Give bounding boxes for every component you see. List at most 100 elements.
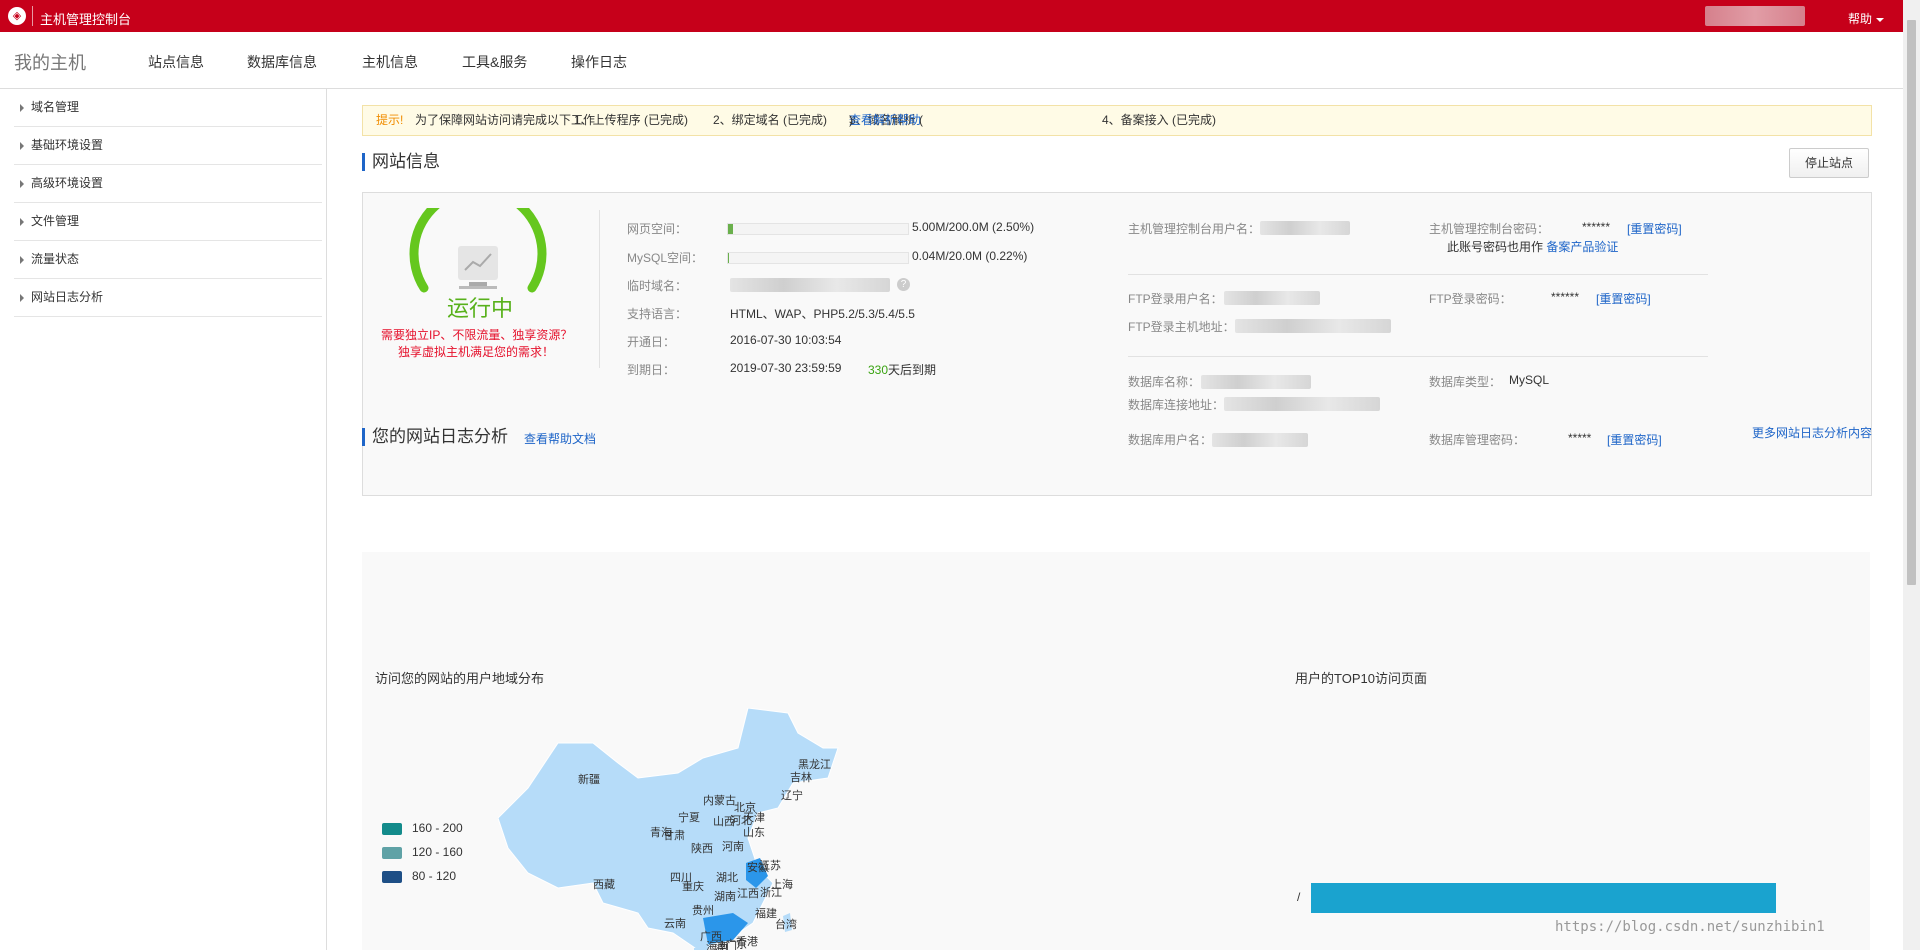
logo-divider <box>32 6 33 26</box>
divider <box>1128 356 1708 357</box>
page-scrollbar[interactable] <box>1903 0 1920 950</box>
log-analysis-title: 您的网站日志分析 <box>362 428 508 446</box>
tip-banner: 提示! 为了保障网站访问请完成以下工作 1、上传程序 (已完成) 2、绑定域名 … <box>362 105 1872 136</box>
map-province-label: 湖北 <box>716 871 738 884</box>
sidebar-item-traffic[interactable]: 流量状态 <box>14 241 322 279</box>
sidebar-item-log-analysis[interactable]: 网站日志分析 <box>14 279 322 317</box>
map-province-label: 福建 <box>755 906 777 920</box>
ftp-user-blurred[interactable] <box>1224 291 1320 305</box>
legend-item-120-160[interactable]: 120 - 160 <box>382 845 463 859</box>
language-label: 支持语言： <box>627 307 688 321</box>
temp-domain-blurred[interactable] <box>730 278 890 292</box>
map-province-label: 新疆 <box>578 772 600 786</box>
map-province-label: 贵州 <box>692 904 714 917</box>
scrollbar-thumb[interactable] <box>1907 20 1916 585</box>
sidebar-item-advanced-env[interactable]: 高级环境设置 <box>14 165 322 203</box>
blog-watermark: https://blog.csdn.net/sunzhibin1 <box>1555 919 1825 935</box>
account-note-text: 此账号密码也用作 <box>1447 240 1544 254</box>
sidebar-item-label: 域名管理 <box>31 100 80 114</box>
help-menu[interactable]: 帮助 <box>1848 10 1885 27</box>
web-space-progress-fill <box>728 224 733 234</box>
ftp-reset-password-link[interactable]: [重置密码] <box>1596 290 1651 307</box>
tip-step-dns-post: ) <box>849 113 853 127</box>
map-province-label: 湖南 <box>714 890 736 903</box>
legend-label: 160 - 200 <box>412 821 463 835</box>
caret-right-icon <box>20 293 24 302</box>
nav-item-database-info[interactable]: 数据库信息 <box>247 52 317 72</box>
map-province-label: 山东 <box>743 826 765 839</box>
legend-swatch <box>382 822 402 835</box>
map-province-label: 云南 <box>664 917 686 930</box>
help-question-icon[interactable]: ? <box>897 278 910 291</box>
help-label: 帮助 <box>1848 12 1873 26</box>
running-status: 运行中 <box>447 296 514 321</box>
nav-brand[interactable]: 我的主机 <box>14 49 86 75</box>
sidebar-item-label: 基础环境设置 <box>31 138 104 152</box>
map-province-label: 宁夏 <box>678 810 700 824</box>
nav-item-host-info[interactable]: 主机信息 <box>362 52 418 72</box>
sidebar-item-basic-env[interactable]: 基础环境设置 <box>14 127 322 165</box>
tip-step-upload: 1、上传程序 (已完成) <box>574 113 689 127</box>
db-name-blurred[interactable] <box>1201 375 1311 389</box>
db-password-label: 数据库管理密码： <box>1429 433 1526 447</box>
db-reset-password-link[interactable]: [重置密码] <box>1607 431 1662 448</box>
log-analysis-card: 访问您的网站的用户地域分布 用户的TOP10访问页面 新疆 西藏 青海 甘肃 宁夏 内蒙古… <box>362 552 1870 950</box>
map-province-label: 河南 <box>722 840 744 853</box>
map-province-label: 重庆 <box>682 879 704 893</box>
legend-item-160-200[interactable]: 160 - 200 <box>382 821 463 835</box>
map-province-label: 台湾 <box>775 917 797 931</box>
caret-right-icon <box>20 141 24 150</box>
top10-bar[interactable] <box>1311 883 1776 913</box>
sidebar-item-domain[interactable]: 域名管理 <box>14 89 322 127</box>
db-type-label: 数据库类型： <box>1429 375 1502 389</box>
map-province-label: 吉林 <box>790 770 812 784</box>
nav-item-tools-services[interactable]: 工具&服务 <box>462 52 527 72</box>
promo-line-2[interactable]: 独享虚拟主机满足您的需求！ <box>381 343 571 360</box>
db-user-label: 数据库用户名： <box>1128 433 1213 447</box>
mysql-space-label: MySQL空间： <box>627 251 704 265</box>
console-password-label: 主机管理控制台密码： <box>1429 222 1550 236</box>
user-account-blurred[interactable] <box>1705 6 1805 26</box>
log-help-link[interactable]: 查看帮助文档 <box>524 430 596 447</box>
more-log-analysis-link[interactable]: 更多网站日志分析内容 <box>1752 424 1872 441</box>
temp-domain-label: 临时域名： <box>627 279 688 293</box>
top-bar: ◈ 主机管理控制台 帮助 <box>0 0 1903 32</box>
web-space-value: 5.00M/200.0M (2.50%) <box>912 220 1035 234</box>
db-type-value: MySQL <box>1509 373 1550 387</box>
console-password-value: ****** <box>1582 220 1611 234</box>
legend-swatch <box>382 846 402 859</box>
site-info-title: 网站信息 <box>362 153 440 171</box>
legend-item-80-120[interactable]: 80 - 120 <box>382 869 456 883</box>
sidebar-item-file-management[interactable]: 文件管理 <box>14 203 322 241</box>
sidebar-item-label: 流量状态 <box>31 252 80 266</box>
nav-item-operation-log[interactable]: 操作日志 <box>571 52 627 72</box>
ftp-host-blurred[interactable] <box>1235 319 1391 333</box>
map-province-label: 海南 <box>706 939 728 950</box>
map-province-label: 甘肃 <box>663 829 685 842</box>
open-date-value: 2016-07-30 10:03:54 <box>730 333 842 347</box>
china-region-map: 新疆西藏青海甘肃宁夏内蒙古黑龙江吉林辽宁北京天津河北山西山东陕西 河南四川重庆湖北… <box>498 708 839 950</box>
monitor-chart-icon <box>458 246 498 280</box>
caret-right-icon <box>20 217 24 226</box>
tip-step-bind-domain: 2、绑定域名 (已完成) <box>713 113 828 127</box>
expire-date-value: 2019-07-30 23:59:59 <box>730 361 842 375</box>
web-space-label: 网页空间： <box>627 222 688 236</box>
console-user-blurred[interactable] <box>1260 221 1350 235</box>
db-host-blurred[interactable] <box>1224 397 1380 411</box>
sidebar-item-label: 网站日志分析 <box>31 290 104 304</box>
db-user-blurred[interactable] <box>1212 433 1308 447</box>
promo-line-1[interactable]: 需要独立IP、不限流量、独享资源？ <box>381 326 572 343</box>
expire-date-label: 到期日： <box>627 363 676 377</box>
tip-text: 为了保障网站访问请完成以下工作 <box>415 113 596 127</box>
record-verify-link[interactable]: 备案产品验证 <box>1546 240 1618 254</box>
caret-right-icon <box>20 255 24 264</box>
sidebar-item-label: 文件管理 <box>31 214 80 228</box>
legend-label: 80 - 120 <box>412 869 457 883</box>
nav-item-site-info[interactable]: 站点信息 <box>148 52 204 72</box>
stop-site-button[interactable]: 停止站点 <box>1789 148 1869 178</box>
console-reset-password-link[interactable]: [重置密码] <box>1627 220 1682 237</box>
days-left-suffix: 天后到期 <box>888 363 937 377</box>
divider <box>599 210 600 368</box>
dns-help-link[interactable]: 查看解析帮助 <box>849 106 921 135</box>
db-name-label: 数据库名称： <box>1128 375 1201 389</box>
